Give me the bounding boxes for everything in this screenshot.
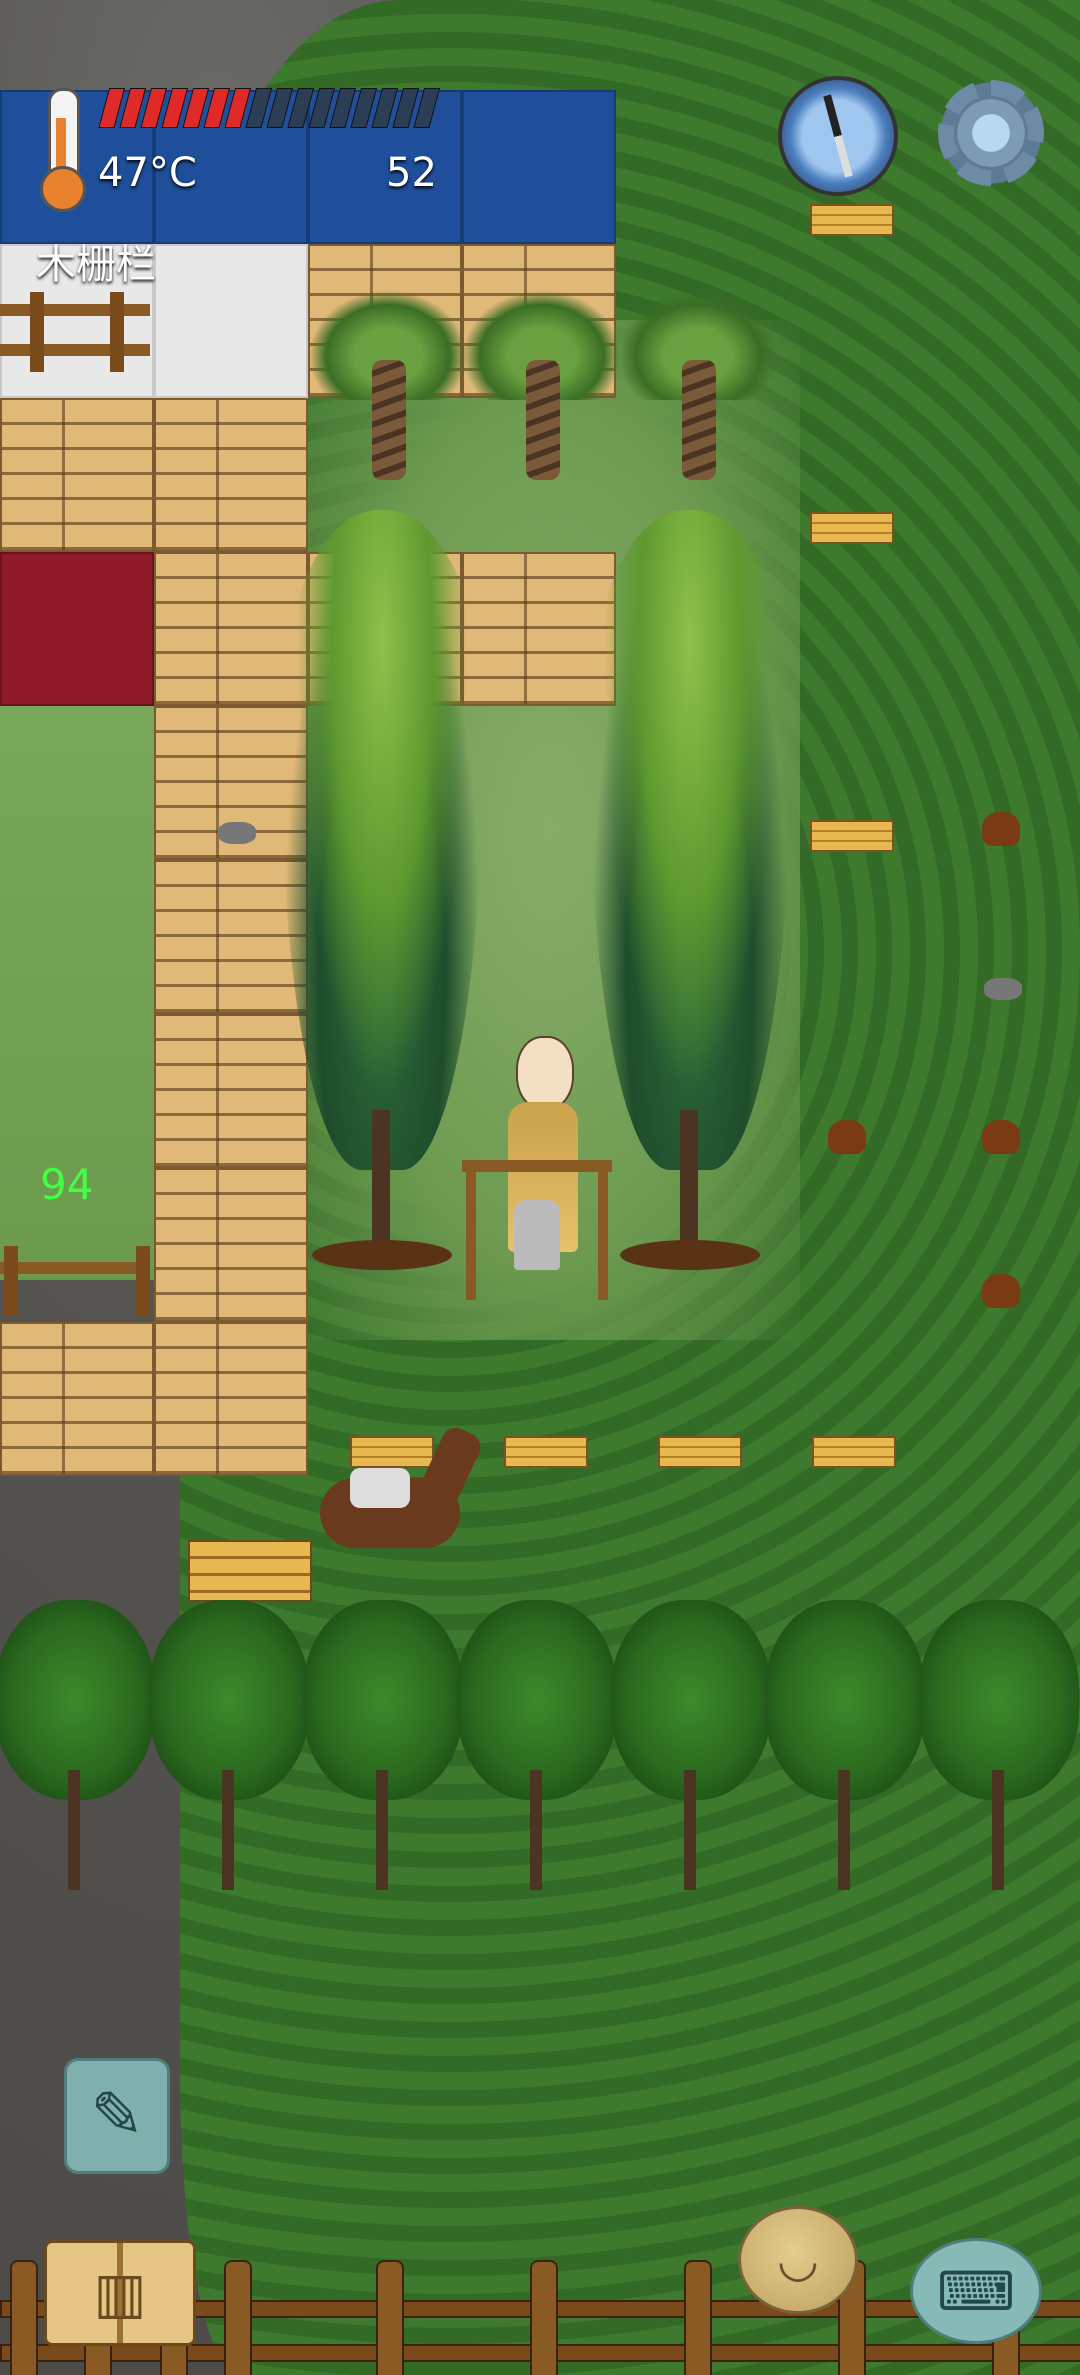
hedge-tree[interactable] xyxy=(765,1600,925,1900)
plank-item[interactable] xyxy=(810,512,894,544)
floating-number: 94 xyxy=(40,1160,94,1209)
bell-stand[interactable] xyxy=(462,1160,612,1300)
wood-floor-tile[interactable] xyxy=(0,398,154,552)
tech-book-button[interactable]: ▥ xyxy=(44,2240,196,2346)
white-carpet-tile[interactable] xyxy=(154,244,308,398)
plank-item[interactable] xyxy=(812,1436,896,1468)
hedge-tree[interactable] xyxy=(457,1600,617,1900)
dirt-pile[interactable] xyxy=(982,812,1020,846)
pine-tree[interactable] xyxy=(282,510,482,1270)
wood-floor-tile[interactable] xyxy=(0,1322,154,1476)
temperature-readout: 47°C xyxy=(98,150,197,196)
stone-item[interactable] xyxy=(984,978,1022,1000)
settings-button[interactable] xyxy=(932,74,1050,192)
stone-item[interactable] xyxy=(218,822,256,844)
emote-button[interactable]: ◡ xyxy=(738,2206,858,2314)
pencil-icon: ✎ xyxy=(90,2079,144,2153)
hedge-tree[interactable] xyxy=(303,1600,463,1900)
palm-tree[interactable] xyxy=(308,250,468,500)
face-icon: ◡ xyxy=(777,2232,819,2288)
plank-item[interactable] xyxy=(810,204,894,236)
wood-floor-tile[interactable] xyxy=(154,1322,308,1476)
hedge-tree[interactable] xyxy=(149,1600,309,1900)
food-bar xyxy=(98,88,513,128)
cart[interactable] xyxy=(188,1540,312,1602)
compass-button[interactable] xyxy=(778,76,898,196)
hud-value: 52 xyxy=(386,150,437,196)
compass-icon xyxy=(823,94,853,178)
game-world[interactable] xyxy=(0,0,1080,2375)
wooden-fence[interactable] xyxy=(0,1246,150,1316)
hedge-tree[interactable] xyxy=(0,1600,155,1900)
palm-tree[interactable] xyxy=(462,250,622,500)
red-carpet-tile[interactable] xyxy=(0,552,154,706)
palm-tree[interactable] xyxy=(618,250,778,500)
dirt-pile[interactable] xyxy=(982,1274,1020,1308)
pine-tree[interactable] xyxy=(590,510,790,1270)
thermometer-icon xyxy=(36,88,86,212)
chat-button[interactable]: ⌨ xyxy=(910,2238,1042,2344)
note-button[interactable]: ✎ xyxy=(64,2058,170,2174)
horse[interactable] xyxy=(300,1423,500,1608)
dirt-pile[interactable] xyxy=(982,1120,1020,1154)
plank-item[interactable] xyxy=(504,1436,588,1468)
book-icon: ▥ xyxy=(93,2260,147,2326)
hedge-tree[interactable] xyxy=(611,1600,771,1900)
plank-item[interactable] xyxy=(658,1436,742,1468)
dirt-pile[interactable] xyxy=(828,1120,866,1154)
hedge-tree[interactable] xyxy=(919,1600,1079,1900)
plank-item[interactable] xyxy=(810,820,894,852)
wooden-fence[interactable] xyxy=(0,292,150,372)
hovered-object-label: 木栅栏 xyxy=(36,242,156,288)
keyboard-icon: ⌨ xyxy=(937,2259,1015,2323)
